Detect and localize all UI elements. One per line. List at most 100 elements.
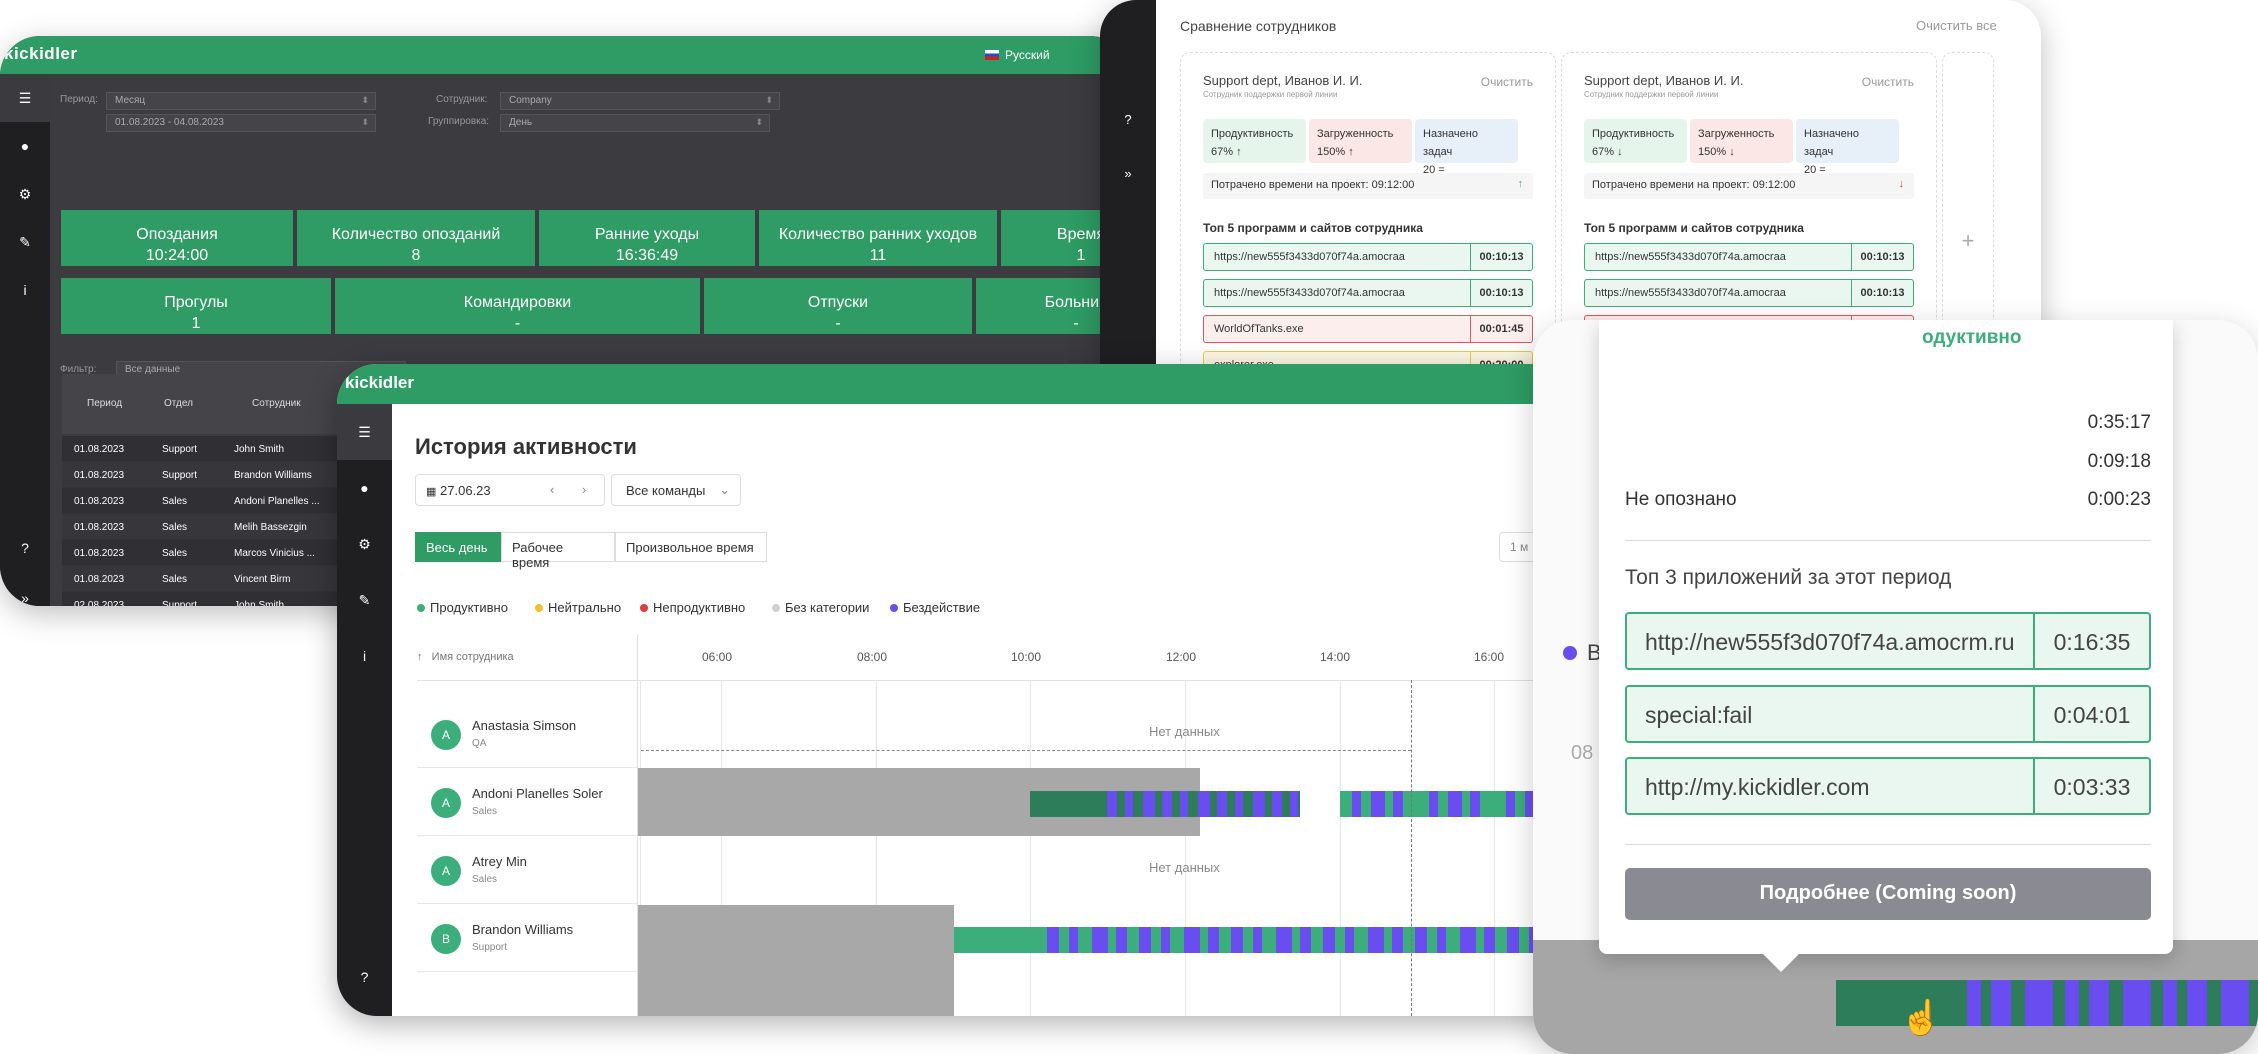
card-subtitle: Сотрудник поддержки первой линии <box>1584 90 1719 99</box>
table-row[interactable]: 01.08.2023 Sales Andoni Planelles ... <box>62 488 362 514</box>
period-select[interactable]: Месяц <box>106 92 376 110</box>
user-icon[interactable]: ● <box>337 460 392 516</box>
cell-period: 01.08.2023 <box>74 522 125 533</box>
table-row[interactable]: 01.08.2023 Support Brandon Williams <box>62 462 362 488</box>
time-tick: 16:00 <box>1474 650 1505 664</box>
list-icon[interactable]: ☰ <box>0 74 50 122</box>
employee-select[interactable]: Company <box>500 92 780 110</box>
clear-all-button[interactable]: Очистить все <box>1916 18 1997 33</box>
activity-window: kickidler ☰ ● ⚙ ✎ i ? » История активнос… <box>337 364 1577 1016</box>
legend-item[interactable]: Без категории <box>772 600 869 615</box>
table-row[interactable]: 01.08.2023 Sales Melih Bassezgin <box>62 514 362 540</box>
popup-pointer <box>1763 954 1799 972</box>
app-row[interactable]: WorldOfTanks.exe 00:01:45 <box>1203 315 1533 343</box>
details-button[interactable]: Подробнее (Coming soon) <box>1625 868 2151 920</box>
column-header-employee[interactable]: ↑ Имя сотрудника <box>417 651 514 663</box>
list-icon[interactable]: ☰ <box>337 404 392 460</box>
app-row[interactable]: http://new555f3d070f74a.amocrm.ru 0:16:35 <box>1625 612 2151 670</box>
mode-all-day[interactable]: Весь день <box>415 532 501 562</box>
legend-item[interactable]: Бездействие <box>890 600 980 615</box>
activity-segment <box>1243 791 1253 817</box>
legend-item[interactable]: Продуктивно <box>417 600 508 615</box>
activity-segment <box>1403 791 1417 817</box>
clear-button[interactable]: Очистить <box>1481 75 1533 89</box>
help-icon[interactable]: ? <box>1100 112 1156 127</box>
employee-dept: QA <box>472 738 487 749</box>
help-icon[interactable]: ? <box>337 949 392 1005</box>
app-row[interactable]: http://my.kickidler.com 0:03:33 <box>1625 757 2151 815</box>
activity-segment <box>2011 980 2025 1026</box>
activity-segment <box>1198 791 1210 817</box>
activity-segment <box>1161 927 1170 953</box>
tile-label: Прогулы <box>164 294 228 311</box>
stat-label: Не опознано <box>1625 489 1737 510</box>
mode-custom-time[interactable]: Произвольное время <box>615 532 767 562</box>
activity-segment <box>1139 927 1151 953</box>
help-icon[interactable]: ? <box>0 524 50 572</box>
wrench-icon[interactable]: ✎ <box>0 218 50 266</box>
chevron-right-icon[interactable]: › <box>582 482 586 497</box>
table-row[interactable]: 01.08.2023 Sales Marcos Vinicius ... <box>62 540 362 566</box>
app-row[interactable]: https://new555f3433d070f74a.amocraa 00:10… <box>1203 243 1533 271</box>
cell-period: 02.08.2023 <box>74 600 125 606</box>
legend-item[interactable]: Непродуктивно <box>640 600 745 615</box>
tile-value: - <box>514 315 521 332</box>
cell-period: 01.08.2023 <box>74 548 125 559</box>
date-range-select[interactable]: 01.08.2023 - 04.08.2023 <box>106 114 376 132</box>
project-text: Потрачено времени на проект: 09:12:00 <box>1211 179 1415 191</box>
gears-icon[interactable]: ⚙ <box>337 516 392 572</box>
cell-employee: John Smith <box>234 444 285 455</box>
column-header-dept[interactable]: Отдел <box>164 398 193 409</box>
activity-segment <box>1340 791 1352 817</box>
metric-value: 150% ↑ <box>1317 146 1354 158</box>
table-row[interactable]: 01.08.2023 Sales Vincent Birm <box>62 566 362 592</box>
legend-label: Без категории <box>785 600 870 615</box>
cell-employee: Marcos Vinicius ... <box>234 548 315 559</box>
table-row[interactable]: 01.08.2023 Support John Smith <box>62 436 362 462</box>
tile-early-leaves: Ранние уходы 16:36:49 <box>539 210 755 266</box>
logo: kickidler <box>345 373 414 392</box>
column-header-period[interactable]: Период <box>87 398 122 409</box>
sidebar: ☰ ● ⚙ ✎ i ? » <box>0 74 50 606</box>
column-header-employee[interactable]: Сотрудник <box>252 398 301 409</box>
activity-segment <box>1107 791 1117 817</box>
info-icon[interactable]: i <box>337 628 392 684</box>
gears-icon[interactable]: ⚙ <box>0 170 50 218</box>
employee-row[interactable]: A Atrey Min Sales <box>417 836 637 904</box>
cell-period: 01.08.2023 <box>74 574 125 585</box>
cell-dept: Sales <box>162 496 188 507</box>
employee-name: Anastasia Simson <box>472 718 577 733</box>
activity-segment <box>2151 980 2163 1026</box>
clear-button[interactable]: Очистить <box>1862 75 1914 89</box>
language-selector[interactable]: Русский <box>985 48 1050 62</box>
employee-row[interactable]: B Brandon Williams Support <box>417 904 637 972</box>
metric-value: 67% ↑ <box>1211 146 1242 158</box>
table-row[interactable]: 02.08.2023 Support John Smith <box>62 592 362 606</box>
cell-dept: Sales <box>162 522 188 533</box>
app-row[interactable]: https://new555f3433d070f74a.amocraa 00:10… <box>1584 243 1914 271</box>
chevron-left-icon[interactable]: ‹ <box>550 482 554 497</box>
app-row[interactable]: special:fail 0:04:01 <box>1625 685 2151 743</box>
grouping-select[interactable]: День <box>500 114 770 132</box>
activity-segment <box>1276 927 1292 953</box>
date-picker[interactable]: ▦ 27.06.23 ‹ › <box>415 474 605 506</box>
mode-work-time[interactable]: Рабочее время <box>501 532 615 570</box>
activity-segment <box>1417 791 1429 817</box>
app-row[interactable]: https://new555f3433d070f74a.amocraa 00:10… <box>1584 279 1914 307</box>
wrench-icon[interactable]: ✎ <box>337 572 392 628</box>
expand-icon[interactable]: » <box>1100 166 1156 181</box>
app-row[interactable]: https://new555f3433d070f74a.amocraa 00:10… <box>1203 279 1533 307</box>
employee-row[interactable]: A Andoni Planelles Soler Sales <box>417 768 637 836</box>
legend-item[interactable]: Нейтрально <box>535 600 621 615</box>
column-header-label: Имя сотрудника <box>431 651 514 663</box>
employee-row[interactable]: A Anastasia Simson QA <box>417 700 637 768</box>
info-icon[interactable]: i <box>0 266 50 314</box>
user-icon[interactable]: ● <box>0 122 50 170</box>
tile-value: 10:24:00 <box>145 247 209 264</box>
team-select[interactable]: Все команды ⌄ <box>611 474 741 506</box>
expand-icon[interactable]: » <box>0 574 50 606</box>
activity-segment <box>1219 927 1231 953</box>
background-tick: 08 <box>1571 742 1594 764</box>
cell-period: 01.08.2023 <box>74 496 125 507</box>
expand-icon[interactable]: » <box>337 1004 392 1016</box>
